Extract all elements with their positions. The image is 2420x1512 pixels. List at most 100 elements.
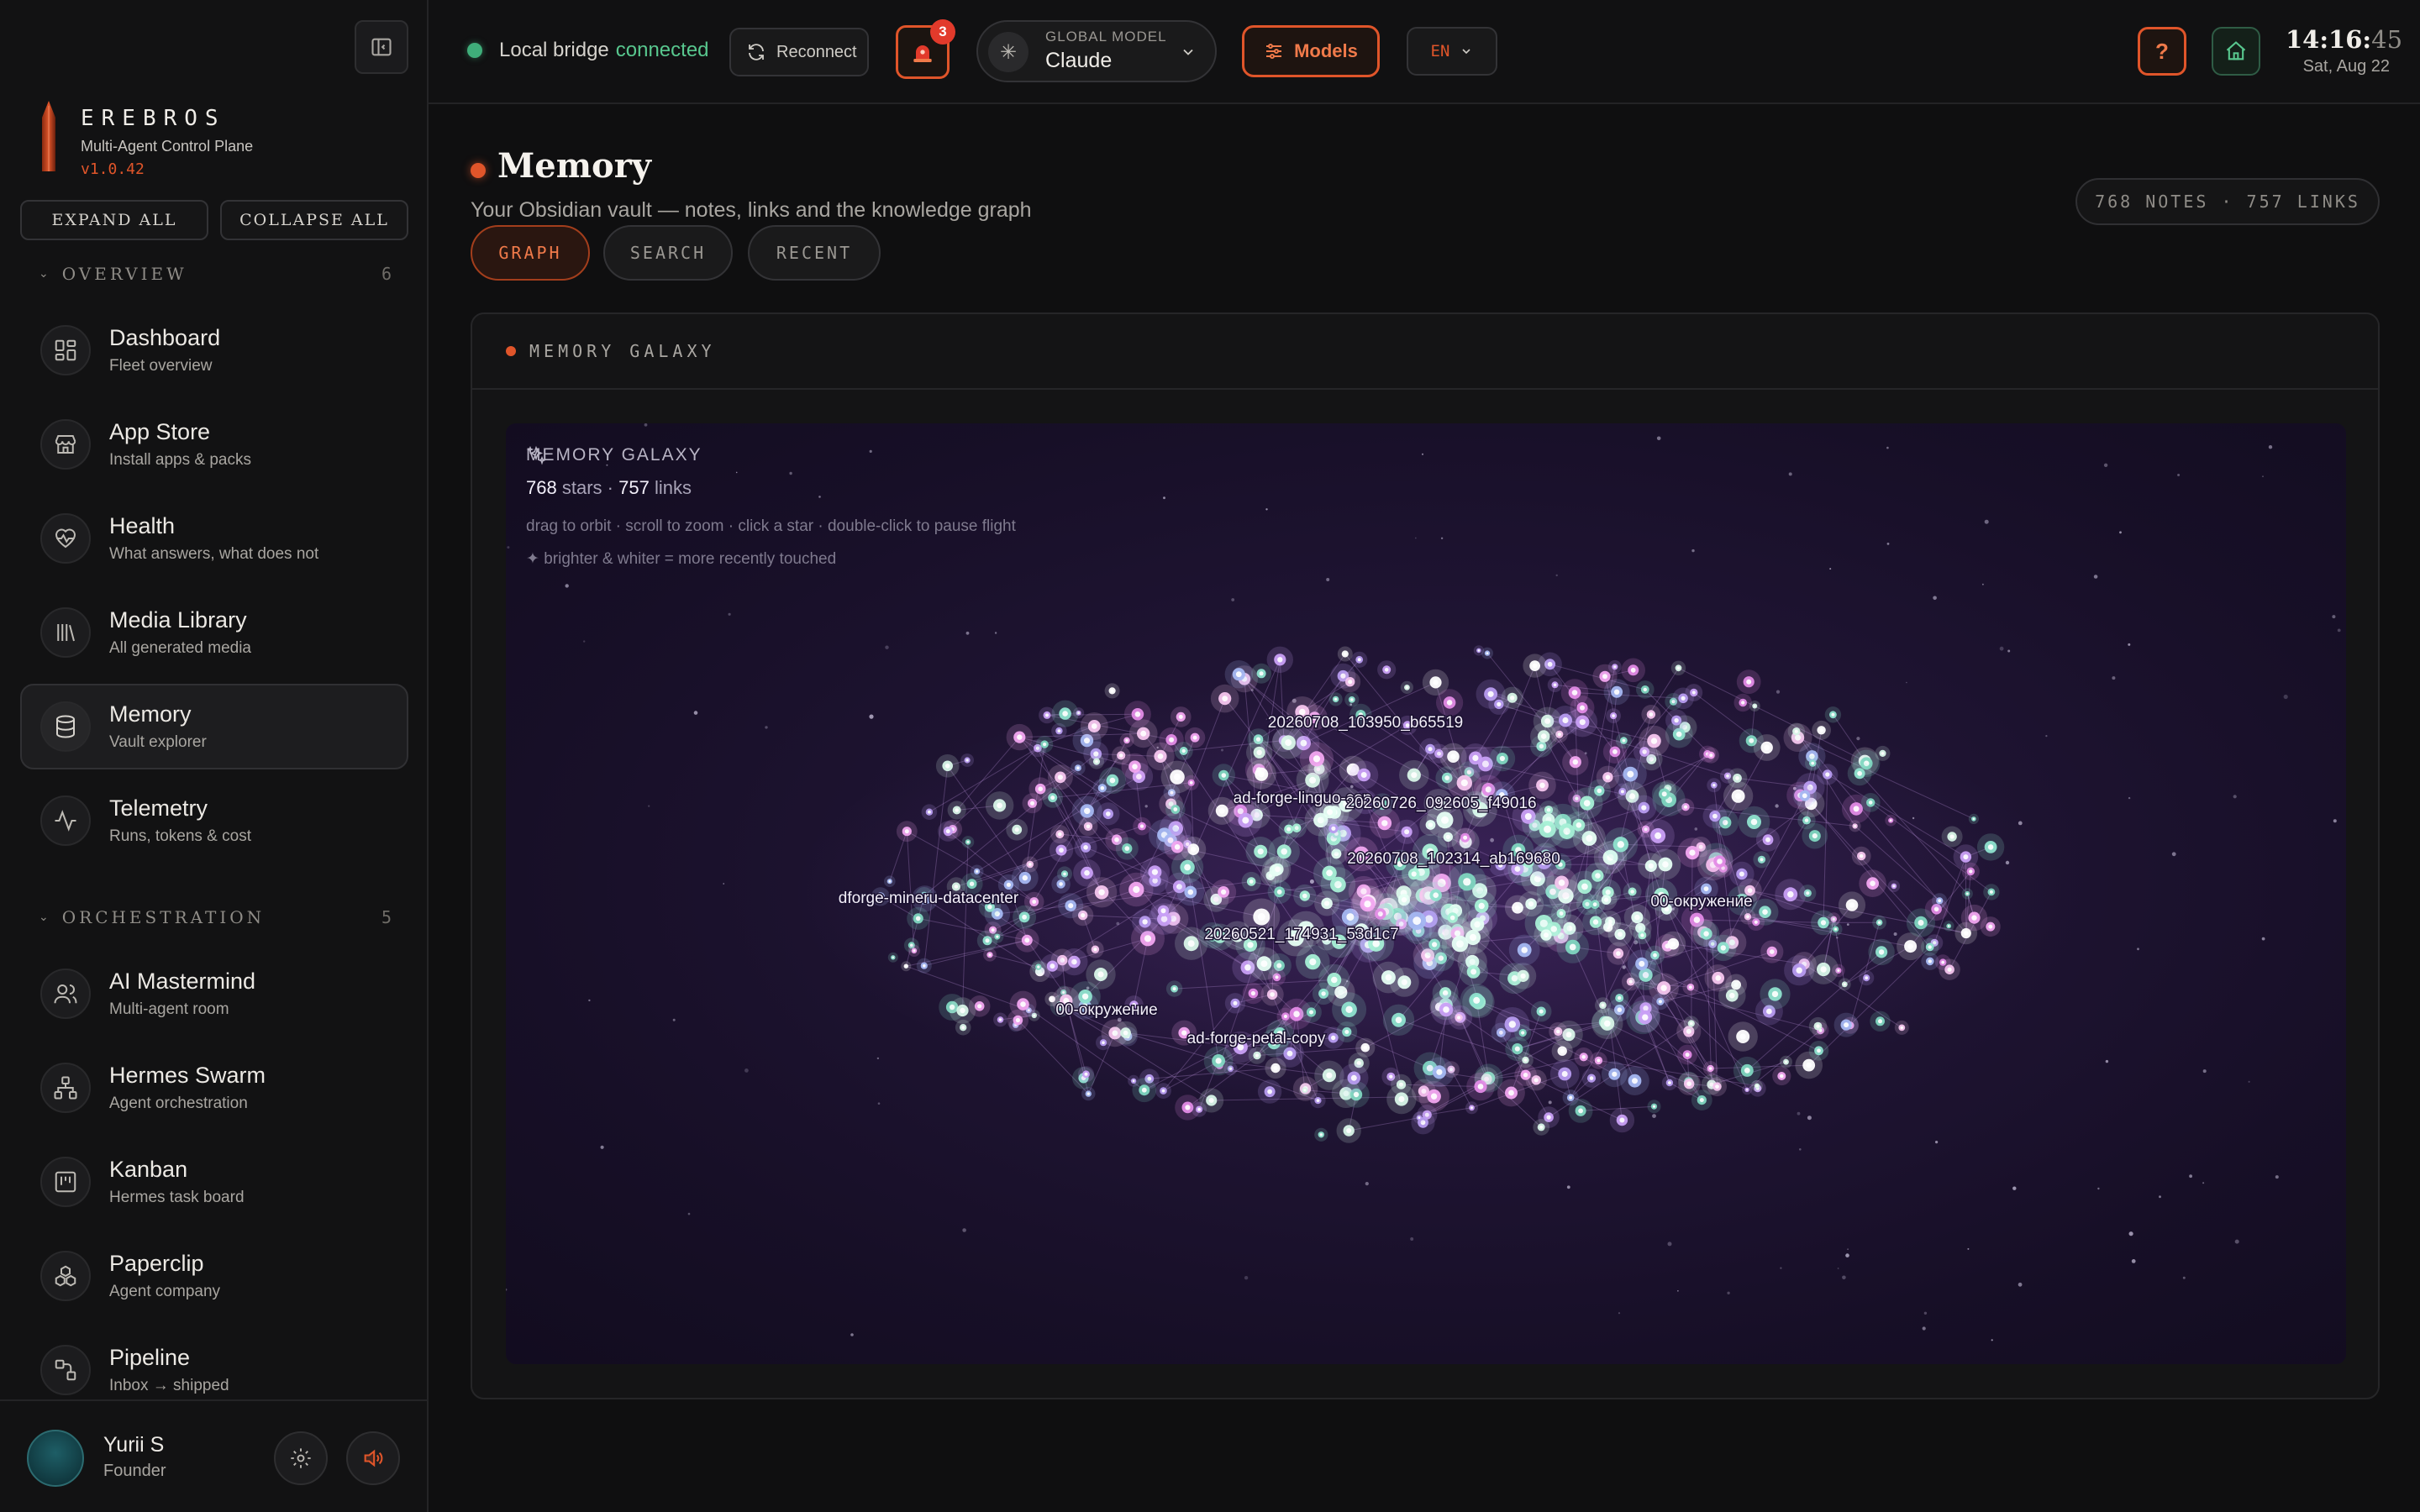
graph-node-star[interactable] [1808, 1041, 1829, 1061]
graph-node-star[interactable] [1058, 893, 1084, 919]
graph-node-star[interactable] [1976, 833, 2005, 861]
graph-node-star[interactable] [1859, 869, 1886, 897]
graph-node-star[interactable] [1211, 879, 1237, 905]
graph-node-star[interactable] [916, 958, 932, 974]
graph-node-star[interactable] [1251, 663, 1272, 684]
graph-node-star[interactable] [1351, 651, 1368, 668]
graph-node-star[interactable] [1293, 884, 1317, 908]
graph-node-star[interactable] [993, 1012, 1007, 1027]
graph-node-star[interactable] [1727, 768, 1748, 789]
graph-node-star[interactable] [1267, 879, 1292, 904]
graph-node-star[interactable] [1086, 877, 1118, 908]
graph-node-star[interactable] [1465, 1101, 1478, 1115]
graph-node-star[interactable] [1139, 857, 1170, 887]
graph-node-star[interactable] [1248, 1047, 1266, 1064]
graph-node-star[interactable] [1242, 982, 1265, 1005]
sidebar-item-memory[interactable]: Memory Vault explorer [20, 684, 408, 769]
graph-node-star[interactable] [1028, 777, 1052, 801]
graph-node-star[interactable] [1350, 887, 1385, 921]
graph-node-star[interactable] [1639, 725, 1670, 757]
graph-node-star[interactable] [935, 754, 960, 778]
graph-node-star[interactable] [1641, 705, 1661, 724]
graph-node-star[interactable] [1647, 1100, 1661, 1114]
graph-node-star[interactable] [1672, 687, 1694, 710]
graph-node-star[interactable] [1207, 796, 1236, 825]
graph-node-star[interactable] [1424, 1057, 1455, 1088]
graph-node-star[interactable] [1265, 1057, 1286, 1079]
graph-node-star[interactable] [1400, 680, 1413, 694]
avatar[interactable] [27, 1430, 84, 1487]
graph-node-star[interactable] [1780, 1055, 1792, 1068]
graph-node-star[interactable] [1312, 982, 1335, 1005]
graph-node-star[interactable] [1298, 1084, 1312, 1096]
graph-node-star[interactable] [1241, 871, 1261, 892]
graph-node-star[interactable] [1968, 813, 1979, 824]
graph-node-star[interactable] [1702, 747, 1719, 764]
graph-node-star[interactable] [1621, 658, 1645, 683]
graph-node-star[interactable] [1525, 1069, 1547, 1091]
graph-node-star[interactable] [1562, 1089, 1579, 1106]
expand-all-button[interactable]: EXPAND ALL [20, 200, 208, 240]
graph-node-star[interactable] [1071, 760, 1086, 775]
graph-node-star[interactable] [1787, 722, 1805, 740]
graph-node-star[interactable] [1868, 938, 1895, 966]
graph-node-label[interactable]: dforge-mineru-datacenter [837, 889, 1020, 909]
graph-node-star[interactable] [1961, 888, 1973, 900]
reconnect-button[interactable]: Reconnect [729, 28, 869, 76]
graph-node-star[interactable] [1096, 1035, 1111, 1051]
graph-node-star[interactable] [1872, 915, 1886, 930]
graph-node-star[interactable] [1808, 954, 1839, 984]
graph-node-star[interactable] [1683, 1016, 1699, 1032]
graph-node-star[interactable] [1633, 926, 1652, 945]
graph-node-star[interactable] [1565, 811, 1593, 839]
graph-node-star[interactable] [1022, 856, 1039, 873]
tab-recent[interactable]: RECENT [748, 225, 881, 281]
graph-node-star[interactable] [1932, 893, 1948, 909]
graph-node-star[interactable] [1753, 851, 1770, 869]
graph-node-star[interactable] [1089, 753, 1104, 769]
graph-node-star[interactable] [1332, 992, 1367, 1027]
graph-node-star[interactable] [1755, 827, 1781, 852]
graph-node-star[interactable] [1849, 820, 1861, 832]
graph-node-star[interactable] [1860, 793, 1881, 812]
graph-node-star[interactable] [1530, 1000, 1552, 1022]
graph-node-star[interactable] [1802, 822, 1828, 849]
graph-node-star[interactable] [1817, 764, 1839, 785]
graph-node-star[interactable] [1397, 900, 1438, 942]
graph-node-star[interactable] [1636, 680, 1655, 699]
graph-node-star[interactable] [1614, 783, 1631, 801]
graph-node-star[interactable] [1808, 1016, 1828, 1036]
graph-node-star[interactable] [1171, 706, 1192, 727]
graph-node-star[interactable] [947, 801, 966, 820]
graph-node-star[interactable] [1749, 701, 1760, 711]
graph-node-label[interactable]: 20260708_103950_b65519 [1266, 713, 1464, 733]
graph-node-star[interactable] [1641, 819, 1675, 853]
graph-node-star[interactable] [1031, 960, 1045, 974]
graph-node-star[interactable] [1518, 1052, 1534, 1068]
graph-node-star[interactable] [1121, 753, 1149, 780]
graph-node-star[interactable] [1456, 921, 1490, 954]
graph-node-star[interactable] [884, 875, 896, 887]
graph-node-star[interactable] [1805, 755, 1821, 771]
graph-node-star[interactable] [1299, 742, 1334, 776]
sidebar-item-pipeline[interactable]: Pipeline Inbox → shipped [20, 1327, 408, 1399]
graph-node-star[interactable] [1702, 1061, 1718, 1076]
graph-node-star[interactable] [1728, 1021, 1758, 1052]
graph-node-star[interactable] [1349, 760, 1379, 790]
graph-node-star[interactable] [1610, 989, 1629, 1008]
graph-node-star[interactable] [1887, 879, 1901, 893]
graph-node-star[interactable] [1355, 1037, 1376, 1058]
graph-node-star[interactable] [1691, 1089, 1712, 1110]
graph-node-star[interactable] [1704, 964, 1732, 992]
sidebar-item-dashboard[interactable]: Dashboard Fleet overview [20, 307, 408, 393]
graph-node-label[interactable]: 20260521_174931_53d1c7 [1203, 925, 1400, 945]
graph-node-label[interactable]: 20260726_092605_f49016 [1344, 794, 1538, 814]
graph-node-star[interactable] [1885, 814, 1897, 827]
graph-node-star[interactable] [1074, 836, 1097, 859]
graph-node-star[interactable] [908, 944, 921, 957]
graph-node-star[interactable] [1080, 712, 1108, 740]
graph-node-star[interactable] [1050, 825, 1070, 844]
graph-node-star[interactable] [1132, 908, 1159, 935]
graph-node-star[interactable] [1224, 660, 1253, 689]
graph-node-star[interactable] [1165, 799, 1186, 820]
